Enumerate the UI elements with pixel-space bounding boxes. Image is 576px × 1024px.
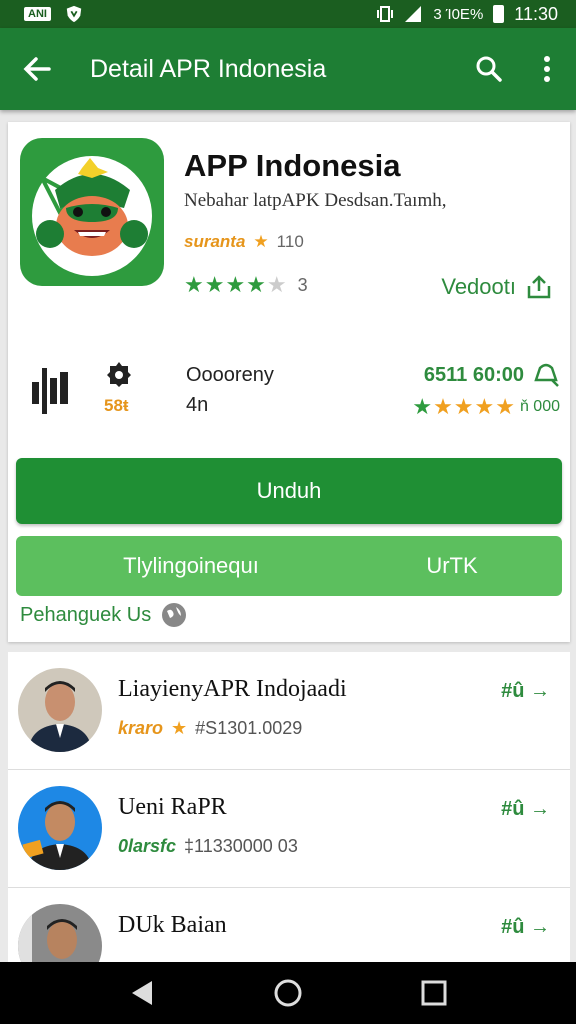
share-label: Vedootı <box>441 274 516 299</box>
star-empty-icon: ★ <box>266 272 288 297</box>
category-label: Ooooreny <box>186 364 274 386</box>
avatar <box>18 904 102 962</box>
share-button[interactable]: Vedootı <box>441 274 552 300</box>
chart-bars-icon <box>32 368 68 414</box>
item-tag: kraro <box>118 718 164 738</box>
tag-row: suranta ★ 110 <box>184 232 304 252</box>
shield-icon <box>66 5 82 23</box>
app-logo <box>20 138 164 286</box>
battery-icon <box>493 5 505 23</box>
item-title: DUk Baian <box>118 912 227 938</box>
item-title: LiayienyAPR Indojaadi <box>118 676 347 702</box>
search-button[interactable] <box>460 28 518 110</box>
item-title: Ueni RaPR <box>118 794 227 820</box>
back-button[interactable] <box>0 28 74 110</box>
app-name: APP Indonesia <box>184 148 401 183</box>
item-subtitle: kraro ★ #S1301.0029 <box>118 718 302 739</box>
globe-icon <box>162 603 187 627</box>
secondary-left-label: Tlylingoinequı <box>123 553 259 578</box>
list-item[interactable]: LiayienyAPR Indojaadi kraro ★ #S1301.002… <box>8 652 570 770</box>
app-bar: Detail APR Indonesia <box>0 28 576 110</box>
app-subtitle: Nebahar latpAPK Desdsan.Taımh, <box>184 190 447 211</box>
home-circle-icon[interactable] <box>273 978 303 1008</box>
app-tag: suranta <box>184 232 246 251</box>
stat-right-value: 6511 60:00 <box>423 364 524 386</box>
item-number: #S1301.0029 <box>195 718 303 738</box>
secondary-right-label: UrTK <box>426 553 478 578</box>
contact-us-link[interactable]: Pehanguek Us <box>20 602 187 628</box>
star-icon: ★ <box>171 718 188 738</box>
settings-icon <box>107 362 131 387</box>
related-list: LiayienyAPR Indojaadi kraro ★ #S1301.002… <box>8 652 570 962</box>
page-title: Detail APR Indonesia <box>90 54 327 83</box>
tag-count: 110 <box>276 232 304 251</box>
star-filled-icon: ★★★★ <box>184 272 267 297</box>
back-triangle-icon[interactable] <box>129 979 155 1007</box>
share-icon <box>527 275 551 299</box>
item-subtitle: 0larsfc ‡11330000 03 <box>118 836 298 857</box>
stats-row: 58ŧ Ooooreny 4n 6511 60:00 ★★★★★ ň 000 <box>8 354 570 424</box>
contact-label: Pehanguek Us <box>20 603 152 626</box>
list-item[interactable]: DUk Baian #û → <box>8 888 570 962</box>
recents-square-icon[interactable] <box>421 980 447 1006</box>
status-bar: ΑΝΙ 3 Ί0Ε% 11:30 <box>0 0 576 28</box>
arrow-left-icon <box>23 57 51 81</box>
clock: 11:30 <box>514 3 558 24</box>
stat-number: 58ŧ <box>104 396 129 415</box>
system-nav-bar <box>0 962 576 1024</box>
secondary-button[interactable]: Tlylingoinequı UrTK <box>16 536 562 596</box>
item-number: ‡11330000 03 <box>184 836 298 856</box>
search-icon <box>476 56 502 82</box>
notification-badge: ΑΝΙ <box>24 7 51 21</box>
avatar <box>18 668 102 752</box>
bell-icon[interactable] <box>532 362 560 388</box>
rating-stars: ★★★★★ <box>184 272 288 298</box>
stat-rating-label: ň 000 <box>519 398 560 415</box>
star-icon: ★ <box>253 232 269 251</box>
rating-row: ★★★★★ 3 <box>184 272 308 298</box>
battery-percent: 3 Ί0Ε% <box>433 5 484 23</box>
download-button[interactable]: Unduh <box>16 458 562 524</box>
item-action[interactable]: #û → <box>501 798 550 821</box>
rating-count: 3 <box>297 274 308 295</box>
category-value: 4n <box>186 394 209 416</box>
stat-rating: ★★★★★ ň 000 <box>412 394 560 420</box>
list-item[interactable]: Ueni RaPR 0larsfc ‡11330000 03 #û → <box>8 770 570 888</box>
signal-icon <box>405 6 422 22</box>
avatar <box>18 786 102 870</box>
item-tag: 0larsfc <box>118 836 177 856</box>
item-action[interactable]: #û → <box>501 680 550 703</box>
item-action[interactable]: #û → <box>501 916 550 939</box>
vibrate-icon <box>377 6 394 22</box>
overflow-menu-button[interactable] <box>518 28 576 110</box>
app-detail-card: APP Indonesia Nebahar latpAPK Desdsan.Ta… <box>8 122 570 642</box>
more-vert-icon <box>544 56 550 82</box>
stat-stars: ★★★★★ <box>412 394 516 419</box>
